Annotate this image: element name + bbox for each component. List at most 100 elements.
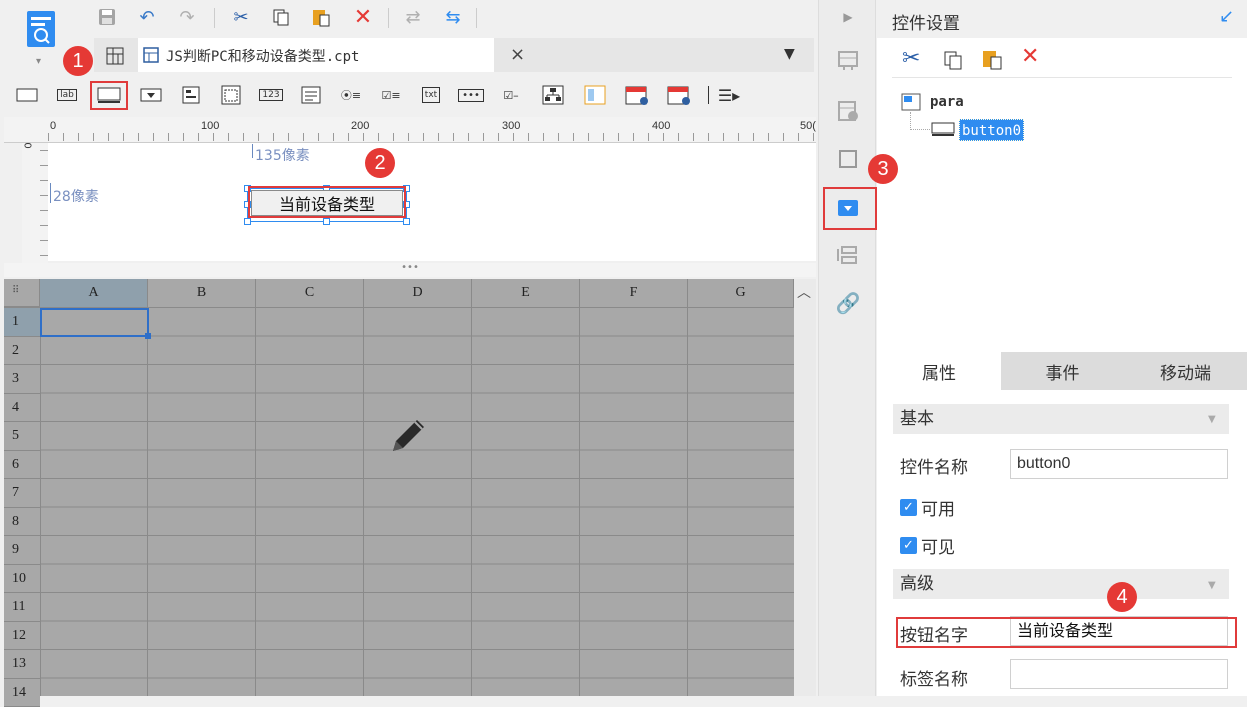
panel-copy-icon[interactable] [941, 48, 965, 72]
checkbox-widget-icon[interactable]: ☑– [498, 83, 524, 107]
collapse-arrow-icon[interactable]: ↙ [1219, 6, 1234, 27]
undo-icon[interactable]: ↶ [134, 4, 160, 30]
section-advanced-chevron-icon[interactable]: ▼ [1208, 580, 1216, 591]
row-header[interactable]: 13 [4, 650, 40, 679]
expand-icon[interactable]: ▶ [833, 2, 863, 32]
row-header[interactable]: 5 [4, 422, 40, 451]
visible-row[interactable]: ✓ 可见 [900, 533, 955, 558]
section-advanced-label: 高级 [900, 574, 934, 594]
toolbar-divider [214, 8, 215, 28]
password-widget-icon[interactable]: ••• [458, 83, 484, 107]
row-header[interactable]: 1 [4, 308, 40, 337]
widget-library-icon[interactable] [833, 46, 863, 76]
tab-events[interactable]: 事件 [1001, 352, 1124, 390]
pencil-icon [384, 410, 434, 460]
row-header[interactable]: 7 [4, 479, 40, 508]
vertical-scrollbar[interactable] [794, 279, 816, 696]
tab-mobile-label: 移动端 [1160, 359, 1211, 384]
lab-widget-icon[interactable]: lab [54, 83, 80, 107]
number-widget-icon[interactable]: 123 [258, 83, 284, 107]
visible-checkbox[interactable]: ✓ [900, 537, 917, 554]
row-header[interactable]: 4 [4, 394, 40, 423]
form-canvas[interactable] [48, 143, 816, 261]
row-header[interactable]: 12 [4, 622, 40, 651]
tab-events-label: 事件 [1046, 359, 1080, 384]
panel-paste-icon[interactable] [979, 46, 1005, 72]
txt-widget-icon[interactable]: txt [418, 83, 444, 107]
resize-handle[interactable] [323, 218, 330, 225]
selected-cell-a1[interactable] [40, 308, 149, 337]
resize-handle[interactable] [403, 218, 410, 225]
row-header[interactable]: 11 [4, 593, 40, 622]
cut-icon[interactable]: ✂ [228, 4, 254, 30]
enabled-row[interactable]: ✓ 可用 [900, 495, 955, 520]
width-guide [252, 144, 253, 158]
tab-properties[interactable]: 属性 [877, 352, 1001, 390]
copy-icon[interactable] [268, 4, 294, 30]
paste-icon[interactable] [308, 4, 334, 30]
tab-mobile[interactable]: 移动端 [1124, 352, 1247, 390]
para-node-icon [901, 93, 921, 111]
more-widgets-icon[interactable]: ☰▸ [716, 83, 742, 107]
row-header[interactable]: 14 [4, 679, 40, 707]
label-widget-icon[interactable] [14, 83, 40, 107]
tree-node-button0[interactable]: button0 [959, 119, 1024, 141]
section-basic[interactable]: 基本 [893, 404, 1229, 434]
tab-file[interactable]: JS判断PC和移动设备类型.cpt × [138, 38, 494, 72]
scroll-up-icon[interactable]: ︿ [797, 282, 811, 302]
radio-group-icon[interactable]: ⦿≡ [338, 83, 364, 107]
frame-icon[interactable] [833, 144, 863, 174]
column-header[interactable]: C [256, 279, 364, 307]
row-header[interactable]: 2 [4, 337, 40, 366]
column-header[interactable]: B [148, 279, 256, 307]
splitter-handle[interactable]: ••• [4, 263, 816, 277]
tab-menu-icon[interactable]: ▼ [784, 46, 795, 62]
fill-handle[interactable] [145, 333, 151, 339]
panel-delete-icon[interactable]: ✕ [1021, 44, 1039, 69]
column-header[interactable]: F [580, 279, 688, 307]
row-header[interactable]: 3 [4, 365, 40, 394]
tree-widget-icon[interactable] [540, 83, 566, 107]
logo-dropdown-icon[interactable]: ▾ [36, 56, 41, 67]
switch-icon[interactable]: ⇄ [400, 4, 426, 30]
date-widget-icon[interactable] [624, 83, 650, 107]
textarea-widget-icon[interactable] [298, 83, 324, 107]
checkbox-group-icon[interactable]: ☑≡ [378, 83, 404, 107]
toolbar-divider [708, 86, 709, 104]
datetime-widget-icon[interactable] [666, 83, 692, 107]
tree-node-para[interactable]: para [930, 94, 964, 110]
row-header-line [40, 307, 41, 696]
tab-close-icon[interactable]: × [510, 44, 525, 65]
section-basic-chevron-icon[interactable]: ▼ [1208, 414, 1216, 425]
row-header[interactable]: 6 [4, 451, 40, 480]
date-grid-icon[interactable] [218, 83, 244, 107]
save-icon[interactable] [94, 4, 120, 30]
combo-checkbox-icon[interactable] [178, 83, 204, 107]
tag-name-field[interactable] [1010, 659, 1228, 689]
panel-cut-icon[interactable]: ✂ [902, 46, 920, 71]
enabled-label: 可用 [921, 495, 955, 520]
column-header[interactable]: A [40, 279, 148, 307]
widget-name-field[interactable]: button0 [1010, 449, 1228, 479]
combo-widget-icon[interactable] [138, 83, 164, 107]
column-header[interactable]: G [688, 279, 794, 307]
link-icon[interactable]: 🔗 [833, 288, 863, 318]
layout-icon[interactable] [833, 240, 863, 270]
grid-corner-icon[interactable]: ⠿ [4, 279, 40, 307]
redo-icon[interactable]: ↷ [174, 4, 200, 30]
delete-icon[interactable]: ✕ [350, 4, 376, 30]
resize-handle[interactable] [244, 218, 251, 225]
section-advanced[interactable]: 高级 [893, 569, 1229, 599]
grid-icon[interactable] [104, 45, 126, 67]
tree-combo-icon[interactable] [582, 83, 608, 107]
row-header[interactable]: 10 [4, 565, 40, 594]
component-settings-icon[interactable] [833, 96, 863, 126]
row-header[interactable]: 9 [4, 536, 40, 565]
swap-icon[interactable]: ⇆ [440, 4, 466, 30]
row-header[interactable]: 8 [4, 508, 40, 537]
column-header[interactable]: D [364, 279, 472, 307]
width-guide-label: 135像素 [255, 145, 310, 165]
app-logo-icon[interactable] [22, 8, 60, 54]
enabled-checkbox[interactable]: ✓ [900, 499, 917, 516]
column-header[interactable]: E [472, 279, 580, 307]
